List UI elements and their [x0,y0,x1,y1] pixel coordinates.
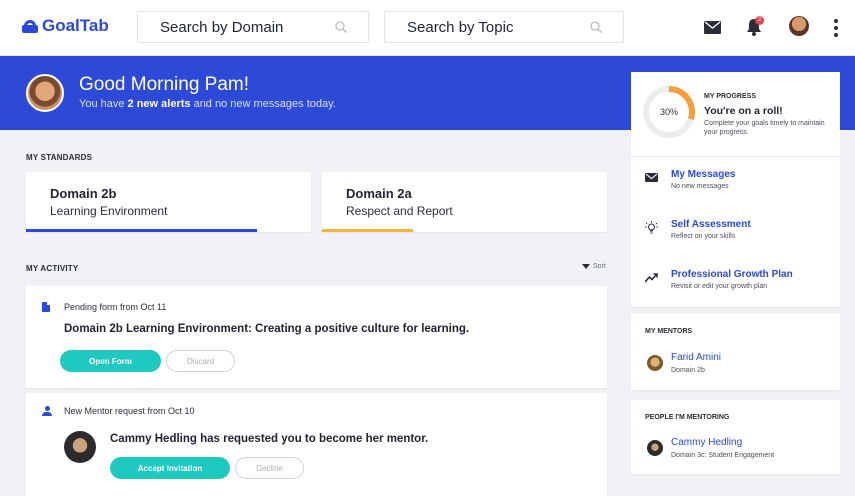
quick-link-title: My Messages [671,169,736,180]
standard-subtitle: Learning Environment [50,204,168,218]
mentee-name[interactable]: Cammy Hedling [671,437,742,448]
user-avatar[interactable] [789,16,809,36]
standard-progress-bar [322,229,414,232]
my-mentors-label: MY MENTORS [645,328,693,335]
cammy-avatar [64,431,96,463]
accept-invitation-button[interactable]: Accept Invitation [110,457,230,479]
my-standards-label: MY STANDARDS [26,153,93,162]
activity-title: Cammy Hedling has requested you to becom… [110,433,429,445]
more-vertical-icon[interactable] [834,19,838,37]
progress-title: You're on a roll! [704,105,783,117]
open-form-button[interactable]: Open Form [60,350,161,372]
farid-avatar [647,355,663,371]
logo-text: GoalTab [42,16,109,35]
pam-avatar [26,74,64,112]
people-im-mentoring-card: PEOPLE I'M MENTORING Cammy Hedling Domai… [631,400,840,474]
document-icon [42,302,50,312]
standard-title: Domain 2b [50,186,117,201]
my-mentors-card: MY MENTORS Farid Amini Domain 2b [631,314,840,390]
activity-header: New Mentor request from Oct 10 [64,406,195,416]
my-progress-card: 30% MY PROGRESS You're on a roll! Comple… [631,72,840,156]
lightbulb-icon [645,221,658,234]
search-by-topic [384,11,624,43]
progress-ring: 30% [643,86,695,138]
decline-button[interactable]: Decline [235,457,304,479]
standard-card-domain-2b[interactable]: Domain 2b Learning Environment [26,172,311,232]
trending-up-icon [645,273,658,283]
people-im-mentoring-label: PEOPLE I'M MENTORING [645,414,730,421]
activity-card-pending-form: Pending form from Oct 11 Domain 2b Learn… [26,286,607,388]
mentor-name[interactable]: Farid Amini [671,352,721,363]
activity-card-mentor-request: New Mentor request from Oct 10 Cammy Hed… [26,393,607,496]
progress-description: Complete your goals timely to maintain y… [704,120,825,136]
progress-percent: 30% [649,92,689,132]
standard-card-domain-2a[interactable]: Domain 2a Respect and Report [322,172,607,232]
alerts-count[interactable]: 2 new alerts [128,98,191,110]
quick-link-title: Self Assessment [671,219,751,230]
quick-link-title: Professional Growth Plan [671,269,793,280]
discard-button[interactable]: Discard [166,350,235,372]
greeting-subtitle: You have 2 new alerts and no new message… [79,98,336,110]
goaltab-logo[interactable]: GoalTab [22,16,109,36]
mail-icon [645,173,658,182]
mentor-domain: Domain 2b [671,367,705,374]
search-topic-input[interactable] [385,12,575,42]
search-icon[interactable] [334,20,348,34]
my-activity-label: MY ACTIVITY [26,264,79,273]
quick-link-subtitle: No new messages [671,183,729,190]
activity-title: Domain 2b Learning Environment: Creating… [64,323,470,335]
my-progress-label: MY PROGRESS [704,93,756,100]
person-icon [42,406,52,416]
standard-subtitle: Respect and Report [346,204,453,218]
quick-link-self-assessment[interactable]: Self Assessment Reflect on your skills [631,207,840,257]
cammy-avatar [647,440,663,456]
caret-down-icon [582,264,590,269]
quick-link-professional-growth-plan[interactable]: Professional Growth Plan Revisit or edit… [631,257,840,307]
quick-link-subtitle: Reflect on your skills [671,233,736,240]
sort-control[interactable]: Sort [582,263,606,270]
standard-title: Domain 2a [346,186,412,201]
quick-link-subtitle: Revisit or edit your growth plan [671,283,768,290]
sort-label: Sort [593,263,606,270]
search-by-domain [137,11,369,43]
mail-icon[interactable] [704,21,721,34]
notification-badge: 2 [755,16,764,25]
greeting-title: Good Morning Pam! [79,74,250,95]
search-domain-input[interactable] [138,12,328,42]
search-icon[interactable] [589,20,603,34]
activity-header: Pending form from Oct 11 [64,302,167,312]
standard-progress-bar [26,229,257,232]
quick-link-my-messages[interactable]: My Messages No new messages [631,157,840,207]
top-bar: GoalTab 2 [0,0,855,56]
mentee-domain: Domain 3c: Student Engagement [671,452,775,459]
logo-icon [22,19,38,33]
